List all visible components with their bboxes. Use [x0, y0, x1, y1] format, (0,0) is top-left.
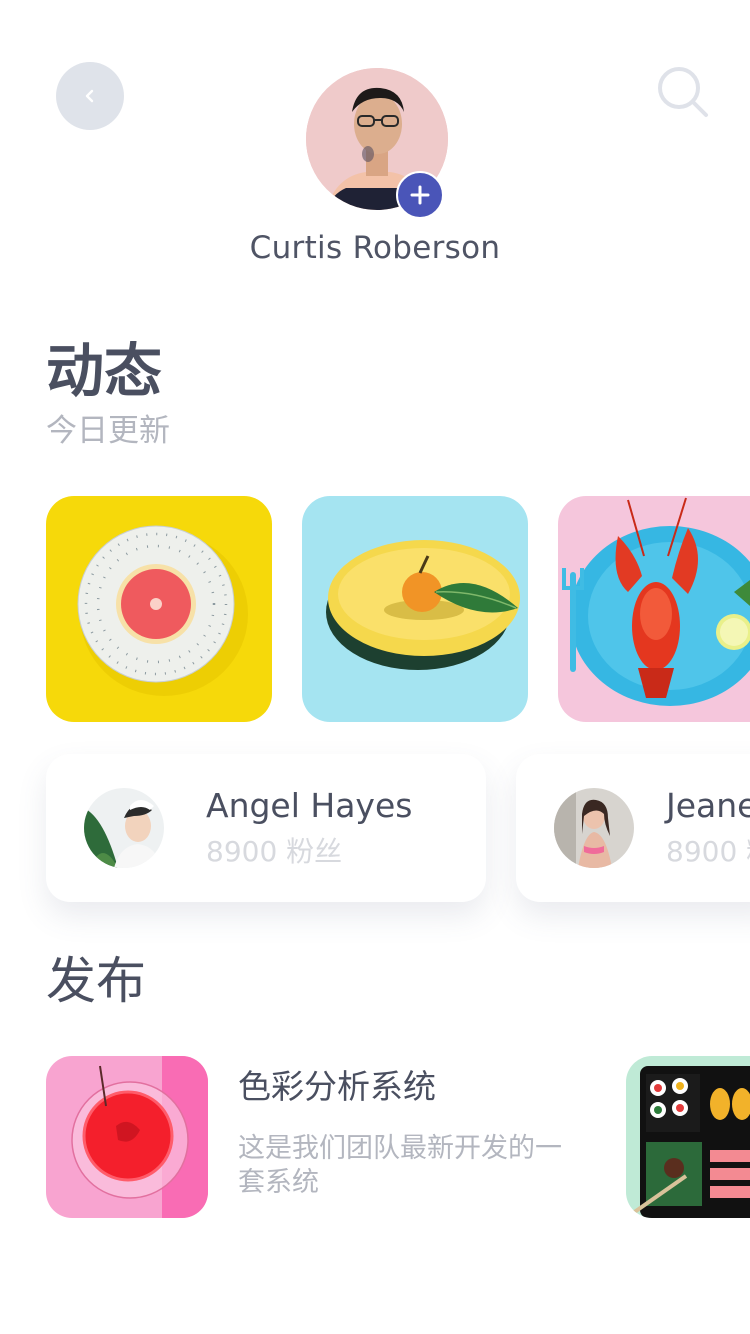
follow-button[interactable]: [396, 171, 444, 219]
grapefruit-image: [46, 496, 272, 722]
lobster-image: [558, 496, 750, 722]
user-card-jeane[interactable]: Jeane 8900 粉: [516, 754, 750, 902]
back-button[interactable]: [56, 62, 124, 130]
avatar: [554, 788, 634, 868]
avatar: [84, 788, 164, 868]
plus-icon: [410, 185, 430, 205]
publish-item-thumbnail[interactable]: [46, 1056, 208, 1218]
sushi-image: [626, 1056, 750, 1218]
publish-item-desc: 这是我们团队最新开发的一套系统: [238, 1133, 562, 1198]
user-fans: 8900 粉丝: [206, 835, 343, 868]
search-icon[interactable]: [655, 64, 711, 120]
profile-name: Curtis Roberson: [249, 230, 501, 266]
user-card-angel-hayes[interactable]: Angel Hayes 8900 粉丝: [46, 754, 486, 902]
user-fans: 8900 粉: [666, 835, 750, 868]
publish-item-title[interactable]: 色彩分析系统: [238, 1060, 436, 1108]
user-name: Jeane: [666, 786, 750, 825]
updates-subtitle: 今日更新: [46, 413, 170, 449]
publish-item-thumbnail-sushi[interactable]: [626, 1056, 750, 1218]
publish-title: 发布: [46, 952, 146, 1010]
update-tile-lobster[interactable]: [558, 496, 750, 722]
drink-image: [46, 1056, 208, 1218]
update-tile-grapefruit[interactable]: [46, 496, 272, 722]
updates-title: 动态: [46, 337, 163, 405]
user-name: Angel Hayes: [206, 786, 413, 825]
orange-image: [302, 496, 528, 722]
chevron-left-icon: [85, 89, 94, 103]
update-tile-orange[interactable]: [302, 496, 528, 722]
